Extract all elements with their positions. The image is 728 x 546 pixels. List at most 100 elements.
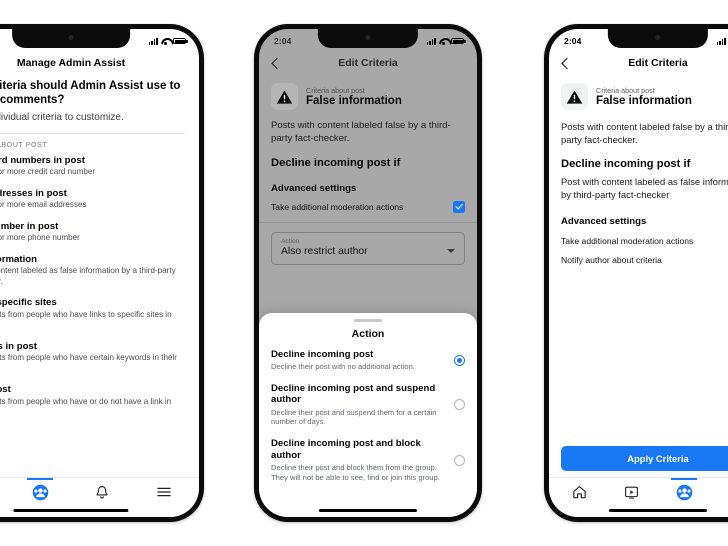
status-time: 2:04 (274, 36, 292, 46)
nav-title: Edit Criteria (628, 57, 688, 69)
sheet-option-text: Decline incoming post and block author D… (271, 438, 444, 483)
list-item-title: Links to specific sites (0, 297, 57, 309)
list-item[interactable]: Email addresses in post Post has 1 or mo… (0, 188, 199, 221)
criteria-description: Posts with content labeled false by a th… (271, 120, 451, 144)
back-chevron-icon[interactable] (269, 57, 282, 70)
criteria-text: Criteria about post False information (596, 86, 692, 107)
status-icons (426, 37, 466, 45)
sheet-option[interactable]: Decline incoming post and block author D… (259, 438, 477, 494)
section-header: CRITERIA ABOUT POST (0, 141, 48, 149)
list-item[interactable]: Phone number in post Post has 1 or more … (0, 221, 199, 254)
sheet-option[interactable]: Decline incoming post and suspend author… (259, 383, 477, 439)
list-item[interactable]: Links to specific sites Decline posts fr… (0, 297, 199, 341)
home-icon (573, 486, 586, 499)
criteria-text: Criteria about post False information (306, 86, 402, 107)
list-item-title: False information (0, 253, 37, 265)
bottom-tab-bar (0, 477, 199, 506)
sidebar-item-notifications[interactable] (91, 482, 113, 502)
page-question: What criteria should Admin Assist use to… (0, 80, 181, 107)
sheet-option-desc: Decline their post and block them from t… (271, 463, 440, 483)
criteria-header: Criteria about post False information (561, 75, 728, 116)
phone3-body: Edit Criteria Criteria about post False … (549, 29, 728, 265)
sheet-option-radio-selected[interactable] (454, 354, 465, 366)
list-item-title: Keywords in post (0, 340, 37, 352)
divider (259, 221, 477, 223)
bell-icon (96, 485, 108, 499)
sheet-option-desc: Decline their post with no additional ac… (271, 361, 415, 371)
section-heading: Decline incoming post if (561, 158, 691, 170)
cellular-signal-icon (148, 37, 158, 45)
cellular-signal-icon (716, 37, 726, 45)
groups-icon (676, 484, 693, 500)
status-icons (716, 37, 728, 45)
list-item-title: Credit card numbers in post (0, 154, 85, 166)
criteria-name: False information (596, 95, 692, 107)
list-item-desc: Decline posts from people who have links… (0, 309, 172, 319)
moderation-toggle-label: Take additional moderation actions (271, 201, 404, 212)
criteria-description: Posts with content labeled false by a th… (561, 121, 728, 145)
list-item-title: Phone number in post (0, 220, 59, 232)
apply-criteria-button[interactable]: Apply Criteria (561, 446, 728, 471)
warning-triangle-icon (271, 83, 298, 110)
sheet-option[interactable]: Decline incoming post Decline their post… (259, 349, 477, 383)
phone3-content: Criteria about post False information Po… (549, 75, 728, 265)
row-notify-author[interactable]: Notify author about criteria (561, 246, 728, 265)
sidebar-item-groups[interactable] (673, 482, 695, 502)
sheet-option-title: Decline incoming post (271, 348, 374, 360)
sidebar-item-home[interactable] (568, 482, 590, 502)
criteria-label: Criteria about post (306, 86, 365, 95)
sidebar-item-groups[interactable] (29, 482, 51, 502)
nav-bar: Edit Criteria (549, 51, 728, 75)
list-item[interactable]: Credit card numbers in post Post has 1 o… (0, 155, 199, 188)
moderation-toggle-row[interactable]: Take additional moderation actions (271, 194, 465, 213)
criteria-label: Criteria about post (596, 86, 655, 95)
home-indicator (13, 509, 129, 512)
back-chevron-icon[interactable] (559, 57, 572, 70)
advanced-settings-heading: Advanced settings (561, 216, 647, 228)
action-select-label: Action (281, 237, 300, 245)
warning-triangle-icon (561, 83, 588, 110)
notch (12, 29, 130, 48)
sidebar-item-watch[interactable] (621, 482, 643, 502)
section-heading: Decline incoming post if (271, 156, 401, 169)
hamburger-menu-icon (157, 487, 171, 497)
action-bottom-sheet: Action Decline incoming post Decline the… (259, 313, 477, 517)
criteria-list[interactable]: Credit card numbers in post Post has 1 o… (0, 155, 199, 513)
phone2-body: Edit Criteria Criteria about post False … (259, 29, 477, 265)
list-item[interactable]: Link in post Decline posts from people w… (0, 384, 199, 428)
list-item-desc: Post has 1 or more phone number (0, 233, 80, 243)
sheet-title: Action (351, 327, 385, 340)
criteria-detail: Post with content labeled as false infor… (561, 176, 728, 200)
notch (317, 29, 419, 48)
phone2-content: Criteria about post False information Po… (259, 75, 477, 265)
nav-title: Edit Criteria (338, 57, 398, 69)
list-item-desc: Decline posts from people who have or do… (0, 396, 172, 406)
chevron-down-icon[interactable] (447, 248, 455, 253)
sheet-option-radio[interactable] (454, 455, 465, 467)
status-time: 2:04 (564, 36, 582, 46)
row-moderation-actions[interactable]: Take additional moderation actions (561, 227, 728, 246)
phone2-screen: 2:04 Edit Criteria Criteria about post F… (259, 29, 477, 517)
moderation-checkbox[interactable] (453, 200, 465, 213)
sheet-option-text: Decline incoming post Decline their post… (271, 349, 444, 372)
phone-frame-edit-criteria-sheet: 2:04 Edit Criteria Criteria about post F… (254, 24, 482, 522)
list-item-desc: Post has 1 or more email addresses (0, 200, 87, 210)
sheet-option-title: Decline incoming post and suspend author (271, 382, 436, 406)
list-item-desc: Decline posts from people who have certa… (0, 353, 177, 363)
wifi-icon (161, 38, 170, 45)
phone3-screen: 2:04 Edit Criteria Criteria about post F… (549, 29, 728, 517)
cellular-signal-icon (426, 37, 436, 45)
list-item[interactable]: Keywords in post Decline posts from peop… (0, 341, 199, 385)
sheet-option-desc: Decline their post and suspend them for … (271, 407, 437, 427)
action-select[interactable]: Action Also restrict author (271, 231, 465, 265)
video-icon (625, 486, 639, 499)
battery-icon (173, 37, 188, 45)
list-item-desc: Post with content labeled as false infor… (0, 266, 176, 286)
home-indicator (318, 509, 418, 512)
criteria-header: Criteria about post False information (271, 75, 465, 116)
sheet-option-text: Decline incoming post and suspend author… (271, 383, 444, 428)
list-item[interactable]: False information Post with content labe… (0, 254, 199, 298)
sheet-option-radio[interactable] (454, 399, 465, 411)
sidebar-item-menu[interactable] (153, 482, 175, 502)
bottom-tab-bar (549, 477, 728, 506)
